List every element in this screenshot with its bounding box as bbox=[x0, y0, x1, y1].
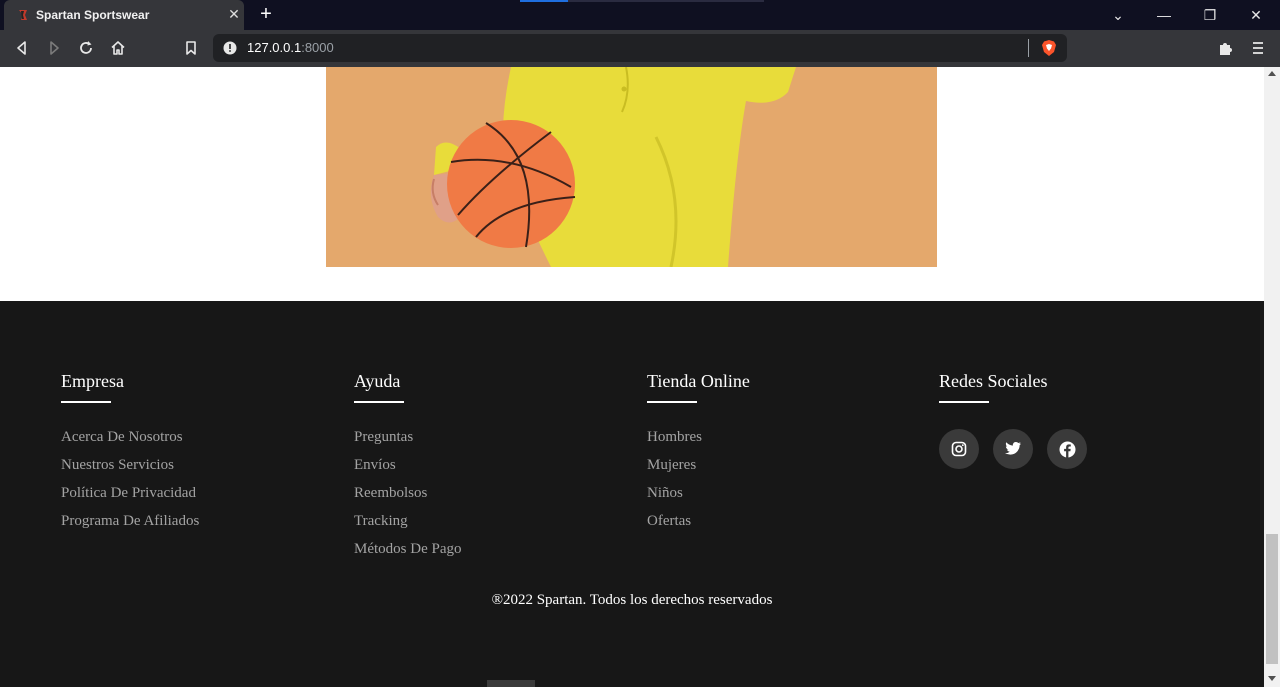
footer-link-list: Preguntas Envíos Reembolsos Tracking Mét… bbox=[354, 427, 462, 567]
restore-button[interactable]: ❐ bbox=[1200, 5, 1220, 25]
tab-close-icon[interactable]: ✕ bbox=[226, 6, 242, 22]
reload-icon[interactable] bbox=[76, 38, 96, 58]
hero-image bbox=[326, 67, 937, 267]
copyright-text: ®2022 Spartan. Todos los derechos reserv… bbox=[491, 592, 773, 608]
page-scrollbar[interactable] bbox=[1264, 67, 1280, 687]
minimize-button[interactable]: — bbox=[1154, 5, 1174, 25]
footer-link[interactable]: Acerca De Nosotros bbox=[61, 427, 199, 455]
brave-shield-icon[interactable] bbox=[1040, 39, 1058, 57]
title-underline bbox=[354, 401, 404, 403]
title-underline bbox=[647, 401, 697, 403]
instagram-button[interactable] bbox=[939, 429, 979, 469]
footer-column-title: Tienda Online bbox=[647, 371, 750, 391]
page-viewport: Empresa Acerca De Nosotros Nuestros Serv… bbox=[0, 67, 1264, 687]
title-underline bbox=[61, 401, 111, 403]
footer-link[interactable]: Ofertas bbox=[647, 511, 750, 539]
footer-column-title: Ayuda bbox=[354, 371, 401, 391]
footer-column-redes-sociales: Redes Sociales bbox=[939, 371, 1087, 469]
url-divider bbox=[1028, 39, 1029, 57]
footer-link-list: Hombres Mujeres Niños Ofertas bbox=[647, 427, 750, 539]
footer-link[interactable]: Envíos bbox=[354, 455, 462, 483]
footer-link[interactable]: Mujeres bbox=[647, 455, 750, 483]
address-bar[interactable]: 127.0.0.1:8000 bbox=[213, 34, 1067, 62]
footer-column-title: Redes Sociales bbox=[939, 371, 1048, 391]
facebook-icon bbox=[1059, 441, 1075, 457]
tab-title: Spartan Sportswear bbox=[36, 8, 150, 22]
footer-link[interactable]: Reembolsos bbox=[354, 483, 462, 511]
site-footer: Empresa Acerca De Nosotros Nuestros Serv… bbox=[0, 301, 1264, 687]
browser-tab[interactable]: Spartan Sportswear ✕ bbox=[4, 0, 244, 30]
footer-column-title: Empresa bbox=[61, 371, 124, 391]
bookmark-icon[interactable] bbox=[181, 38, 201, 58]
footer-column-ayuda: Ayuda Preguntas Envíos Reembolsos Tracki… bbox=[354, 371, 462, 567]
facebook-button[interactable] bbox=[1047, 429, 1087, 469]
footer-link[interactable]: Hombres bbox=[647, 427, 750, 455]
new-tab-button[interactable]: + bbox=[256, 4, 276, 25]
footer-column-tienda-online: Tienda Online Hombres Mujeres Niños Ofer… bbox=[647, 371, 750, 539]
url-host: 127.0.0.1 bbox=[247, 40, 302, 55]
url-text[interactable]: 127.0.0.1:8000 bbox=[247, 40, 334, 55]
home-icon[interactable] bbox=[108, 38, 128, 58]
footer-link[interactable]: Tracking bbox=[354, 511, 462, 539]
footer-link[interactable]: Política De Privacidad bbox=[61, 483, 199, 511]
tab-loading-indicator bbox=[520, 0, 568, 2]
browser-tabstrip: Spartan Sportswear ✕ + ⌄ — ❐ ✕ bbox=[0, 0, 1280, 30]
extensions-puzzle-icon[interactable] bbox=[1216, 38, 1236, 58]
tab-search-icon[interactable]: ⌄ bbox=[1108, 5, 1128, 25]
back-arrow-icon[interactable] bbox=[12, 38, 32, 58]
menu-icon[interactable] bbox=[1248, 38, 1268, 58]
child-with-basketball-illustration bbox=[326, 67, 937, 267]
spartan-favicon-icon bbox=[19, 10, 27, 20]
forward-arrow-icon[interactable] bbox=[44, 38, 64, 58]
twitter-icon bbox=[1005, 442, 1021, 455]
scroll-up-arrow-icon[interactable] bbox=[1268, 71, 1276, 76]
footer-link-list: Acerca De Nosotros Nuestros Servicios Po… bbox=[61, 427, 199, 539]
footer-column-empresa: Empresa Acerca De Nosotros Nuestros Serv… bbox=[61, 371, 199, 539]
back-to-top-tab[interactable] bbox=[487, 680, 535, 687]
twitter-button[interactable] bbox=[993, 429, 1033, 469]
social-links bbox=[939, 429, 1087, 469]
tab-strip-accent bbox=[568, 0, 764, 2]
site-info-icon[interactable] bbox=[223, 41, 237, 55]
footer-link[interactable]: Métodos De Pago bbox=[354, 539, 462, 567]
footer-link[interactable]: Nuestros Servicios bbox=[61, 455, 199, 483]
title-underline bbox=[939, 401, 989, 403]
url-port: :8000 bbox=[301, 40, 334, 55]
footer-link[interactable]: Preguntas bbox=[354, 427, 462, 455]
scrollbar-thumb[interactable] bbox=[1266, 534, 1278, 664]
footer-link[interactable]: Niños bbox=[647, 483, 750, 511]
instagram-icon bbox=[951, 441, 967, 457]
footer-link[interactable]: Programa De Afiliados bbox=[61, 511, 199, 539]
close-window-button[interactable]: ✕ bbox=[1246, 5, 1266, 25]
scroll-down-arrow-icon[interactable] bbox=[1268, 676, 1276, 681]
